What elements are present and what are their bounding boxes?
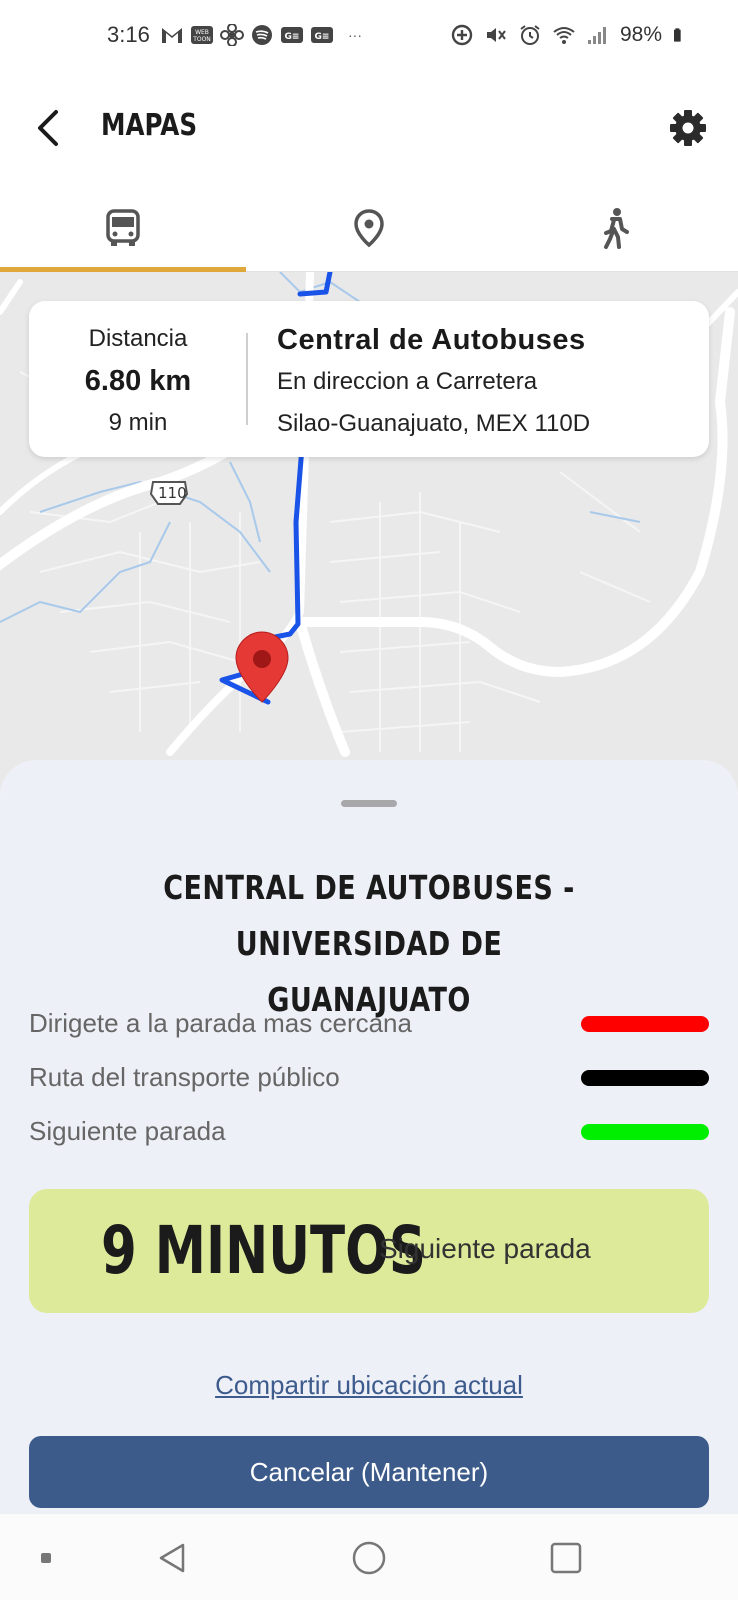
gear-icon[interactable] xyxy=(668,108,708,148)
legend-label: Ruta del transporte público xyxy=(29,1062,340,1092)
battery-percent: 98% xyxy=(619,23,662,46)
walking-icon xyxy=(604,208,629,249)
legend-swatch-black xyxy=(581,1070,709,1086)
mute-icon xyxy=(486,28,506,42)
signal-icon xyxy=(587,27,606,44)
legend-swatch-green xyxy=(581,1124,709,1140)
alarm-icon xyxy=(520,25,540,45)
share-location-link[interactable]: Compartir ubicación actual xyxy=(0,1370,738,1401)
route-info-card: Distancia 6.80 km 9 min Central de Autob… xyxy=(29,301,709,457)
drag-handle[interactable] xyxy=(341,800,397,807)
eta-label: Siguiente parada xyxy=(379,1233,591,1264)
pinwheel-icon xyxy=(220,24,244,46)
route-title-line-1: CENTRAL DE AUTOBUSES - UNIVERSIDAD DE xyxy=(163,868,575,963)
card-divider xyxy=(246,333,248,425)
recents-dot-icon[interactable] xyxy=(24,1536,68,1580)
system-nav-bar xyxy=(0,1514,738,1600)
tab-walking[interactable] xyxy=(492,184,738,272)
travel-time: 9 min xyxy=(108,409,168,436)
tab-location[interactable] xyxy=(246,184,492,272)
svg-text:TOON: TOON xyxy=(192,36,211,43)
webtoon-icon: WEBTOON xyxy=(191,26,213,44)
destination-name: Central de Autobuses xyxy=(277,324,586,356)
bottom-sheet: CENTRAL DE AUTOBUSES - UNIVERSIDAD DE GU… xyxy=(0,760,738,1514)
destination-info: Central de Autobuses En direccion a Carr… xyxy=(277,319,697,445)
battery-icon xyxy=(674,28,681,42)
svg-text:G≡: G≡ xyxy=(285,32,300,42)
more-icon: ··· xyxy=(348,27,362,43)
bus-icon xyxy=(106,209,140,246)
back-triangle-icon[interactable] xyxy=(150,1536,194,1580)
data-saver-icon xyxy=(451,24,473,46)
home-circle-icon[interactable] xyxy=(347,1536,391,1580)
legend-item-route: Ruta del transporte público xyxy=(29,1058,709,1098)
legend-label: Siguiente parada xyxy=(29,1116,226,1146)
svg-text:G≡: G≡ xyxy=(315,32,330,42)
route-title: CENTRAL DE AUTOBUSES - UNIVERSIDAD DE GU… xyxy=(99,860,639,1028)
back-arrow-icon[interactable] xyxy=(30,106,70,150)
notification-icons: WEB TOON G≡ G≡ ··· xyxy=(160,20,362,50)
direction-line-2: Silao-Guanajuato, MEX 110D xyxy=(277,410,591,437)
app-header: MAPAS xyxy=(0,72,738,184)
spotify-icon xyxy=(252,25,272,45)
distance-summary: Distancia 6.80 km 9 min xyxy=(29,319,247,443)
legend-item-walk: Dirigete a la parada mas cercana xyxy=(29,1004,709,1044)
status-bar: 3:16 WEB TOON G≡ G≡ ··· 98% xyxy=(0,0,738,72)
eta-box: 9 MINUTOS Siguiente parada xyxy=(29,1189,709,1313)
wifi-icon xyxy=(553,27,575,44)
location-pin-icon xyxy=(354,209,384,248)
news-icon: G≡ xyxy=(311,27,333,43)
system-icons: 98% xyxy=(450,20,688,50)
overview-square-icon[interactable] xyxy=(544,1536,588,1580)
eta-minutes: 9 MINUTOS xyxy=(101,1212,426,1289)
svg-text:WEB: WEB xyxy=(195,29,209,36)
legend-label: Dirigete a la parada mas cercana xyxy=(29,1008,412,1038)
direction-line-1: En direccion a Carretera xyxy=(277,368,538,395)
tab-bus[interactable] xyxy=(0,184,246,272)
page-title: MAPAS xyxy=(101,108,198,143)
cancel-button[interactable]: Cancelar (Mantener) xyxy=(29,1436,709,1508)
distance-label: Distancia xyxy=(88,325,188,352)
gmail-icon xyxy=(162,28,182,43)
distance-value: 6.80 km xyxy=(84,365,192,397)
legend-item-next-stop: Siguiente parada xyxy=(29,1112,709,1152)
tab-bar xyxy=(0,184,738,272)
legend-swatch-red xyxy=(581,1016,709,1032)
news-icon: G≡ xyxy=(281,27,303,43)
road-shield-label: 110 xyxy=(158,484,187,502)
status-time: 3:16 xyxy=(107,22,150,47)
